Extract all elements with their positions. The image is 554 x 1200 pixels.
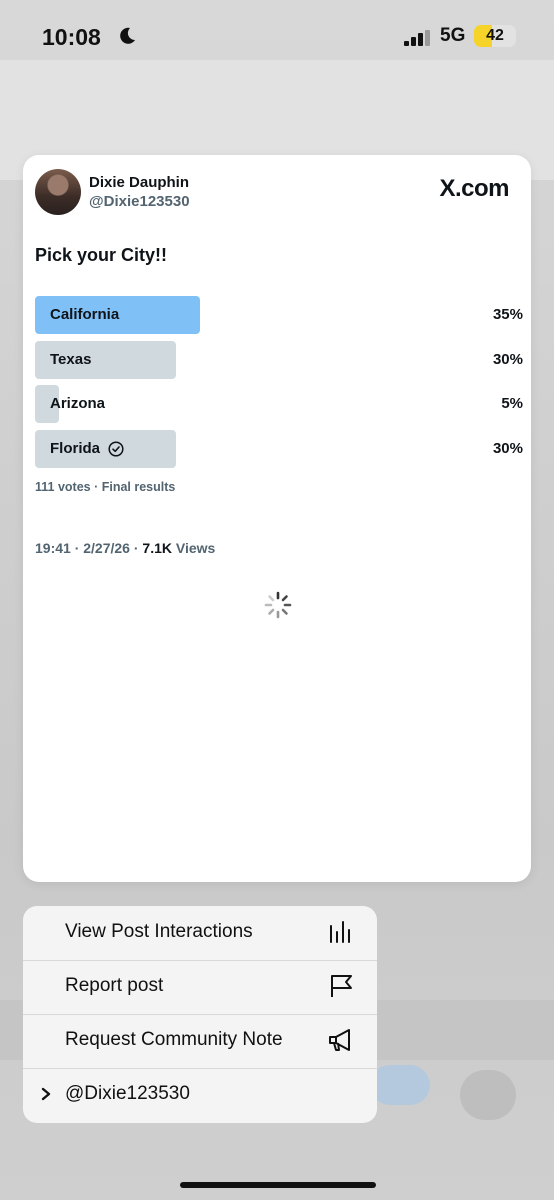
post-timestamp: 19:41 · 2/27/26 · 7.1K Views (35, 540, 215, 556)
battery-icon: 42 (474, 25, 516, 47)
author-handle: @Dixie123530 (89, 193, 190, 210)
poll-option-label: California (50, 306, 119, 323)
menu-item-label: Report post (65, 975, 164, 996)
chevron-right-icon (41, 1087, 51, 1101)
poll-option: Arizona 5% (35, 385, 523, 423)
poll-option-percent: 30% (492, 440, 523, 457)
poll-option-percent: 35% (492, 306, 523, 323)
poll-option-label: Texas (50, 351, 91, 368)
poll-option-text: Florida (50, 440, 101, 457)
poll-option: Texas 30% (35, 341, 523, 379)
timestamp-text: 19:41 · 2/27/26 · (35, 540, 143, 556)
x-logo: X.com (439, 175, 509, 202)
menu-item-label: Request Community Note (65, 1029, 283, 1050)
menu-item-label: View Post Interactions (65, 921, 253, 942)
views-label: Views (171, 540, 216, 556)
post-text: Pick your City!! (35, 245, 168, 265)
menu-item-view-interactions[interactable]: View Post Interactions (23, 906, 377, 961)
poll-option-label: Florida (50, 440, 124, 457)
bar-chart-icon (330, 921, 350, 943)
menu-item-request-community-note[interactable]: Request Community Note (23, 1014, 377, 1069)
menu-item-profile[interactable]: @Dixie123530 (23, 1068, 377, 1122)
poll-option-text: Texas (50, 351, 92, 368)
status-time: 10:08 (42, 24, 101, 50)
context-menu: View Post Interactions Report post Reque… (23, 906, 377, 1123)
poll-option-text: Arizona (50, 395, 106, 412)
flag-icon (331, 975, 352, 997)
network-type: 5G (440, 25, 466, 46)
megaphone-icon (329, 1029, 350, 1051)
background-blur (460, 1070, 516, 1120)
battery-level: 42 (486, 27, 504, 44)
moon-icon (120, 27, 135, 44)
post-preview-card[interactable]: Dixie Dauphin @Dixie123530 X.com Pick yo… (23, 155, 531, 882)
loading-spinner-icon (264, 591, 292, 619)
poll-option-label: Arizona (50, 395, 105, 412)
poll-option: California 35% (35, 296, 523, 334)
menu-item-label: @Dixie123530 (65, 1083, 190, 1104)
check-circle-icon (108, 440, 124, 457)
home-indicator[interactable] (180, 1182, 376, 1188)
signal-icon (404, 30, 430, 46)
avatar[interactable] (35, 169, 81, 215)
poll-option-percent: 5% (501, 395, 523, 412)
poll-summary: 111 votes · Final results (35, 480, 176, 494)
author-name: Dixie Dauphin (89, 174, 190, 191)
menu-item-report-post[interactable]: Report post (23, 960, 377, 1015)
views-count: 7.1K (142, 540, 172, 556)
poll-option: Florida 30% (35, 430, 523, 468)
background-blur (370, 1065, 430, 1105)
poll-option-text: California (50, 306, 120, 323)
poll-option-percent: 30% (492, 351, 523, 368)
status-bar: 10:08 5G 42 (0, 0, 554, 72)
